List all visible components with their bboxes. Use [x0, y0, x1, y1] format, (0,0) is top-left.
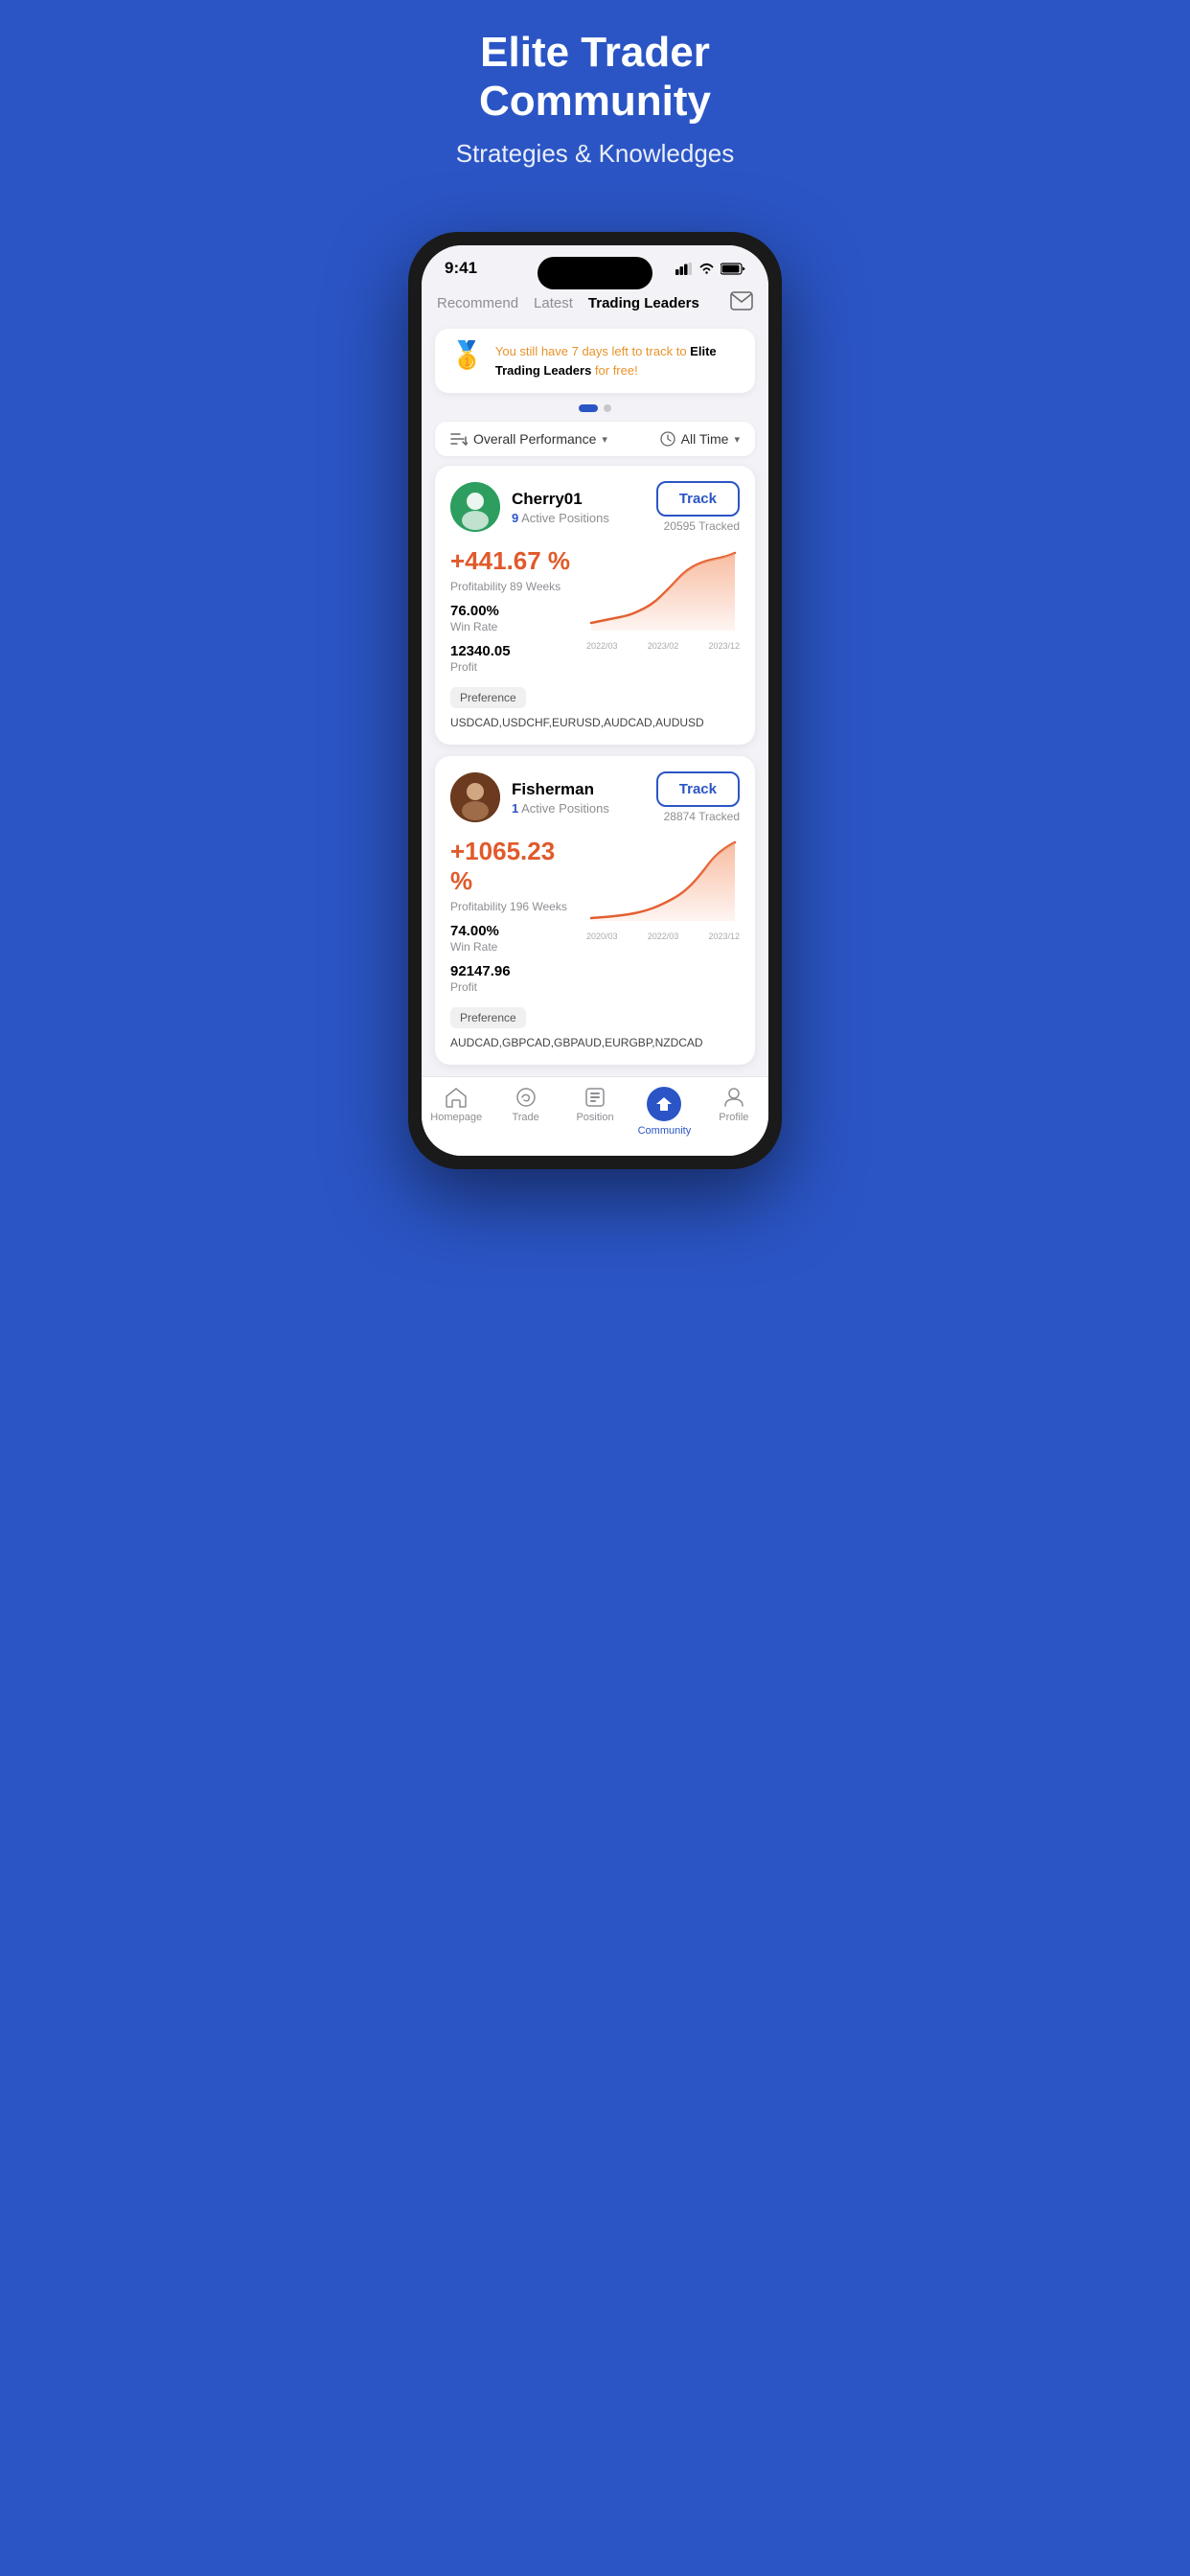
avatar-cherry01 [450, 482, 500, 532]
trader-header-fisherman: Fisherman 1 Active Positions Track 28874… [450, 771, 740, 823]
chart-col-fisherman: 2020/032022/032023/12 [586, 837, 740, 994]
filter-row: Overall Performance ▾ All Time ▾ [435, 422, 755, 456]
trade-icon [515, 1087, 538, 1108]
nav-trade[interactable]: Trade [491, 1087, 560, 1137]
chart-fisherman [586, 837, 740, 923]
dynamic-island [538, 257, 652, 289]
position-icon [584, 1087, 606, 1108]
win-rate-label-fisherman: Win Rate [450, 940, 575, 954]
nav-homepage[interactable]: Homepage [422, 1087, 491, 1137]
track-button-fisherman[interactable]: Track [656, 771, 740, 807]
time-label: All Time [681, 431, 729, 447]
trader-info-fisherman: Fisherman 1 Active Positions [450, 772, 609, 822]
nav-profile[interactable]: Profile [699, 1087, 768, 1137]
nav-position-label: Position [576, 1112, 613, 1123]
stats-chart-cherry01: +441.67 % Profitability 89 Weeks 76.00% … [450, 546, 740, 674]
profile-icon [722, 1087, 745, 1108]
dot-1 [604, 404, 611, 412]
track-button-cherry01[interactable]: Track [656, 481, 740, 517]
hero-section: Elite TraderCommunity Strategies & Knowl… [412, 29, 778, 203]
mail-icon[interactable] [730, 291, 753, 315]
chart-dates-cherry01: 2022/032023/022023/12 [586, 641, 740, 651]
pref-text-cherry01: USDCAD,USDCHF,EURUSD,AUDCAD,AUDUSD [450, 716, 704, 729]
trader-details-cherry01: Cherry01 9 Active Positions [512, 490, 609, 525]
profitability-label-fisherman: Profitability 196 Weeks [450, 900, 575, 913]
status-bar: 9:41 [422, 245, 768, 282]
trader-positions-cherry01: 9 Active Positions [512, 511, 609, 525]
pref-badge-cherry01: Preference [450, 687, 526, 708]
trader-track-fisherman: Track 28874 Tracked [656, 771, 740, 823]
promo-banner: 🥇 You still have 7 days left to track to… [435, 329, 755, 393]
performance-filter[interactable]: Overall Performance ▾ [450, 431, 607, 447]
profit-pct-cherry01: +441.67 % [450, 546, 575, 576]
chart-dates-fisherman: 2020/032022/032023/12 [586, 932, 740, 941]
trader-card-cherry01: Cherry01 9 Active Positions Track 20595 … [435, 466, 755, 745]
trader-info-cherry01: Cherry01 9 Active Positions [450, 482, 609, 532]
profit-value-fisherman: 92147.96 [450, 963, 575, 979]
win-rate-fisherman: 74.00% [450, 923, 575, 939]
trader-track-cherry01: Track 20595 Tracked [656, 481, 740, 533]
nav-community-label: Community [638, 1125, 692, 1137]
profit-pct-fisherman: +1065.23 % [450, 837, 575, 896]
avatar-fisherman [450, 772, 500, 822]
pref-badge-fisherman: Preference [450, 1007, 526, 1028]
stats-col-fisherman: +1065.23 % Profitability 196 Weeks 74.00… [450, 837, 575, 994]
banner-text: You still have 7 days left to track to E… [495, 342, 740, 380]
battery-icon [721, 263, 745, 275]
nav-position[interactable]: Position [561, 1087, 629, 1137]
performance-label: Overall Performance [473, 431, 596, 447]
chart-col-cherry01: 2022/032023/022023/12 [586, 546, 740, 674]
status-icons [675, 263, 745, 275]
trader-name-fisherman: Fisherman [512, 780, 609, 799]
nav-community[interactable]: Community [629, 1087, 698, 1137]
wifi-icon [698, 263, 715, 275]
trader-positions-fisherman: 1 Active Positions [512, 801, 609, 816]
phone-screen: 9:41 [422, 245, 768, 1156]
trader-details-fisherman: Fisherman 1 Active Positions [512, 780, 609, 816]
profit-label-cherry01: Profit [450, 660, 575, 674]
pref-row-cherry01: Preference USDCAD,USDCHF,EURUSD,AUDCAD,A… [450, 687, 740, 729]
stats-col-cherry01: +441.67 % Profitability 89 Weeks 76.00% … [450, 546, 575, 674]
stats-chart-fisherman: +1065.23 % Profitability 196 Weeks 74.00… [450, 837, 740, 994]
tab-trading-leaders[interactable]: Trading Leaders [588, 291, 699, 315]
community-icon-svg [654, 1095, 674, 1113]
profitability-label-cherry01: Profitability 89 Weeks [450, 580, 575, 593]
hero-subtitle: Strategies & Knowledges [441, 139, 749, 169]
win-rate-cherry01: 76.00% [450, 603, 575, 619]
phone-shell: 9:41 [408, 232, 782, 1169]
banner-dots [422, 404, 768, 412]
community-icon [647, 1087, 681, 1121]
trader-card-fisherman: Fisherman 1 Active Positions Track 28874… [435, 756, 755, 1065]
tracked-count-fisherman: 28874 Tracked [664, 810, 740, 823]
medal-icon: 🥇 [450, 342, 484, 369]
performance-chevron: ▾ [602, 433, 607, 446]
pref-text-fisherman: AUDCAD,GBPCAD,GBPAUD,EURGBP,NZDCAD [450, 1036, 703, 1049]
profit-value-cherry01: 12340.05 [450, 643, 575, 659]
nav-trade-label: Trade [512, 1112, 538, 1123]
nav-homepage-label: Homepage [430, 1112, 482, 1123]
bottom-nav: Homepage Trade Position [422, 1076, 768, 1156]
dot-active [579, 404, 598, 412]
tab-recommend[interactable]: Recommend [437, 291, 518, 315]
time-filter[interactable]: All Time ▾ [660, 431, 740, 447]
home-icon [445, 1087, 468, 1108]
status-time: 9:41 [445, 259, 477, 278]
pref-row-fisherman: Preference AUDCAD,GBPCAD,GBPAUD,EURGBP,N… [450, 1007, 740, 1049]
hero-title: Elite TraderCommunity [441, 29, 749, 126]
nav-profile-label: Profile [719, 1112, 748, 1123]
signal-icon [675, 263, 693, 275]
filter-icon [450, 432, 468, 446]
win-rate-label-cherry01: Win Rate [450, 620, 575, 633]
chart-cherry01 [586, 546, 740, 632]
tab-latest[interactable]: Latest [534, 291, 573, 315]
trader-name-cherry01: Cherry01 [512, 490, 609, 509]
tracked-count-cherry01: 20595 Tracked [664, 519, 740, 533]
clock-icon [660, 431, 675, 447]
profit-label-fisherman: Profit [450, 980, 575, 994]
trader-header-cherry01: Cherry01 9 Active Positions Track 20595 … [450, 481, 740, 533]
time-chevron: ▾ [734, 433, 740, 446]
